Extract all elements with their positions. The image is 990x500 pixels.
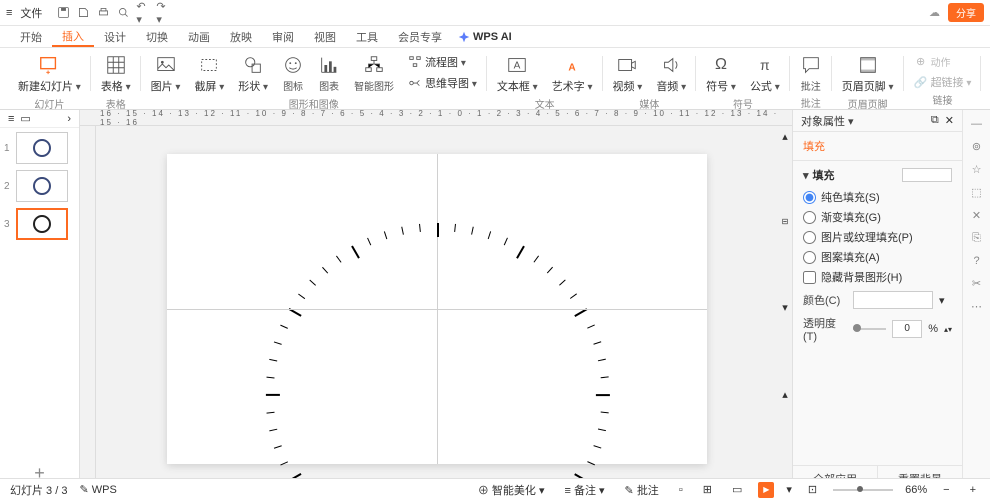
share-button[interactable]: 分享 (948, 3, 984, 22)
smartart-button[interactable]: 智能图形 (350, 52, 398, 95)
print-icon[interactable] (96, 6, 110, 20)
table-button[interactable]: 表格 ▾ (97, 52, 135, 96)
fill-section-header[interactable]: ▾ 填充 (803, 167, 952, 183)
slide-thumb-1[interactable]: 1 (4, 132, 75, 164)
vertical-scroll-arrows[interactable]: ▴⊟▾▴▾ (778, 126, 792, 492)
tool-settings-icon[interactable]: ⊚ (972, 140, 981, 153)
close-panel-icon[interactable]: ✕ (945, 114, 954, 127)
zoom-fit-icon[interactable]: ⊡ (804, 483, 821, 496)
svg-text:A: A (568, 63, 576, 74)
symbol-button[interactable]: Ω符号 ▾ (702, 52, 740, 96)
slide-thumb-3[interactable]: 3 (4, 208, 75, 240)
slide-panel: ≡ ▭ › 1 2 3 + (0, 110, 80, 492)
file-menu[interactable]: 文件 (20, 5, 42, 21)
fill-gradient-radio[interactable]: 渐变填充(G) (803, 209, 952, 225)
panel-tab-fill[interactable]: 填充 (793, 132, 962, 161)
tool-select-icon[interactable]: ⬚ (971, 186, 981, 199)
tab-view[interactable]: 视图 (304, 26, 346, 47)
minimize-panel-icon[interactable]: — (971, 118, 982, 130)
comment-button[interactable]: 批注 (796, 52, 826, 95)
horizontal-ruler: 16 · 15 · 14 · 13 · 12 · 11 · 10 · 9 · 8… (80, 110, 792, 126)
fill-solid-radio[interactable]: 纯色填充(S) (803, 189, 952, 205)
view-normal-icon[interactable]: ▫ (675, 484, 687, 496)
ribbon: 新建幻灯片 ▾ 幻灯片 表格 ▾ 表格 图片 ▾ 截屏 ▾ 形状 ▾ 图标 图表… (0, 48, 990, 110)
slideshow-button[interactable]: ▶ (758, 482, 774, 498)
tab-insert[interactable]: 插入 (52, 26, 94, 47)
tab-review[interactable]: 审阅 (262, 26, 304, 47)
thumb-view-icon[interactable]: ▭ (20, 112, 30, 125)
object-properties-panel: 对象属性 ▾ ⧉✕ 填充 ▾ 填充 纯色填充(S) 渐变填充(G) 图片或纹理填… (792, 110, 962, 492)
tool-wrench-icon[interactable]: ✕ (972, 209, 981, 222)
tab-slideshow[interactable]: 放映 (220, 26, 262, 47)
expand-icon[interactable]: › (67, 113, 71, 125)
icons-button[interactable]: 图标 (278, 52, 308, 95)
header-footer-button[interactable]: 页眉页脚 ▾ (838, 52, 898, 96)
editor-area: 16 · 15 · 14 · 13 · 12 · 11 · 10 · 9 · 8… (80, 110, 792, 492)
color-picker[interactable] (853, 291, 933, 309)
stepper-icon[interactable]: ▴▾ (944, 325, 952, 334)
status-bar: 幻灯片 3 / 3 ✎ WPS ⊕ 智能美化 ▾ ≡ 备注 ▾ ✎ 批注 ▫ ⊞… (0, 478, 990, 500)
mindmap-button[interactable]: 思维导图 ▾ (404, 73, 481, 93)
zoom-label[interactable]: 66% (905, 484, 927, 496)
title-bar: ≡ 文件 ↶ ▾ ↷ ▾ ☁ 分享 (0, 0, 990, 26)
side-toolbar: — ⊚ ☆ ⬚ ✕ ⎘ ? ✂ ⋯ (962, 110, 990, 492)
screenshot-button[interactable]: 截屏 ▾ (190, 52, 228, 96)
slide-thumb-2[interactable]: 2 (4, 170, 75, 202)
fill-pattern-radio[interactable]: 图案填充(A) (803, 249, 952, 265)
zoom-slider[interactable] (833, 489, 893, 491)
image-button[interactable]: 图片 ▾ (147, 52, 185, 96)
flowchart-button[interactable]: 流程图 ▾ (404, 52, 481, 72)
menu-icon[interactable]: ≡ (6, 7, 12, 19)
transparency-input[interactable]: 0 (892, 320, 922, 338)
export-icon[interactable] (76, 6, 90, 20)
slide-count-label: 幻灯片 3 / 3 (10, 482, 67, 498)
audio-button[interactable]: 音频 ▾ (652, 52, 690, 96)
save-icon[interactable] (56, 6, 70, 20)
vertical-ruler (80, 126, 96, 492)
tab-animation[interactable]: 动画 (178, 26, 220, 47)
notes-button[interactable]: ≡ 备注 ▾ (560, 482, 608, 498)
tab-bar: 开始 插入 设计 切换 动画 放映 审阅 视图 工具 会员专享 WPS AI (0, 26, 990, 48)
undo-icon[interactable]: ↶ ▾ (136, 6, 150, 20)
redo-icon[interactable]: ↷ ▾ (156, 6, 170, 20)
wps-ai-button[interactable]: WPS AI (458, 31, 512, 43)
shapes-button[interactable]: 形状 ▾ (234, 52, 272, 96)
preview-icon[interactable] (116, 6, 130, 20)
pin-icon[interactable]: ⧉ (931, 114, 939, 127)
tab-design[interactable]: 设计 (94, 26, 136, 47)
chevron-down-icon[interactable]: ▾ (939, 294, 945, 307)
fill-picture-radio[interactable]: 图片或纹理填充(P) (803, 229, 952, 245)
hyperlink-button[interactable]: 🔗超链接 ▾ (910, 72, 976, 92)
equation-button[interactable]: π公式 ▾ (746, 52, 784, 96)
tab-home[interactable]: 开始 (10, 26, 52, 47)
video-button[interactable]: 视频 ▾ (609, 52, 647, 96)
zoom-in-icon[interactable]: + (966, 484, 980, 496)
beautify-button[interactable]: ⊕ 智能美化 ▾ (474, 482, 549, 498)
svg-text:A: A (514, 61, 521, 72)
textbox-button[interactable]: A文本框 ▾ (493, 52, 542, 96)
wordart-button[interactable]: A艺术字 ▾ (548, 52, 597, 96)
hide-bg-checkbox[interactable]: 隐藏背景图形(H) (803, 269, 952, 285)
slide-canvas[interactable] (167, 154, 707, 464)
outline-view-icon[interactable]: ≡ (8, 113, 14, 125)
cloud-icon[interactable]: ☁ (929, 6, 940, 19)
slideshow-dropdown[interactable]: ▾ (786, 483, 792, 496)
tool-help-icon[interactable]: ? (973, 255, 979, 267)
tool-clip-icon[interactable]: ⎘ (972, 232, 981, 245)
tab-member[interactable]: 会员专享 (388, 26, 452, 47)
transparency-slider[interactable] (853, 328, 886, 330)
chart-button[interactable]: 图表 (314, 52, 344, 95)
app-label: ✎ WPS (79, 483, 116, 496)
action-button[interactable]: ⊕动作 (910, 52, 976, 71)
tab-tools[interactable]: 工具 (346, 26, 388, 47)
tool-more-icon[interactable]: ⋯ (971, 300, 982, 313)
tool-star-icon[interactable]: ☆ (972, 163, 982, 176)
new-slide-button[interactable]: 新建幻灯片 ▾ (14, 52, 85, 96)
zoom-out-icon[interactable]: − (939, 484, 953, 496)
view-sorter-icon[interactable]: ⊞ (699, 483, 716, 496)
comments-button[interactable]: ✎ 批注 (621, 482, 663, 498)
tool-user-icon[interactable]: ✂ (972, 277, 981, 290)
tab-transition[interactable]: 切换 (136, 26, 178, 47)
view-reading-icon[interactable]: ▭ (728, 483, 746, 496)
